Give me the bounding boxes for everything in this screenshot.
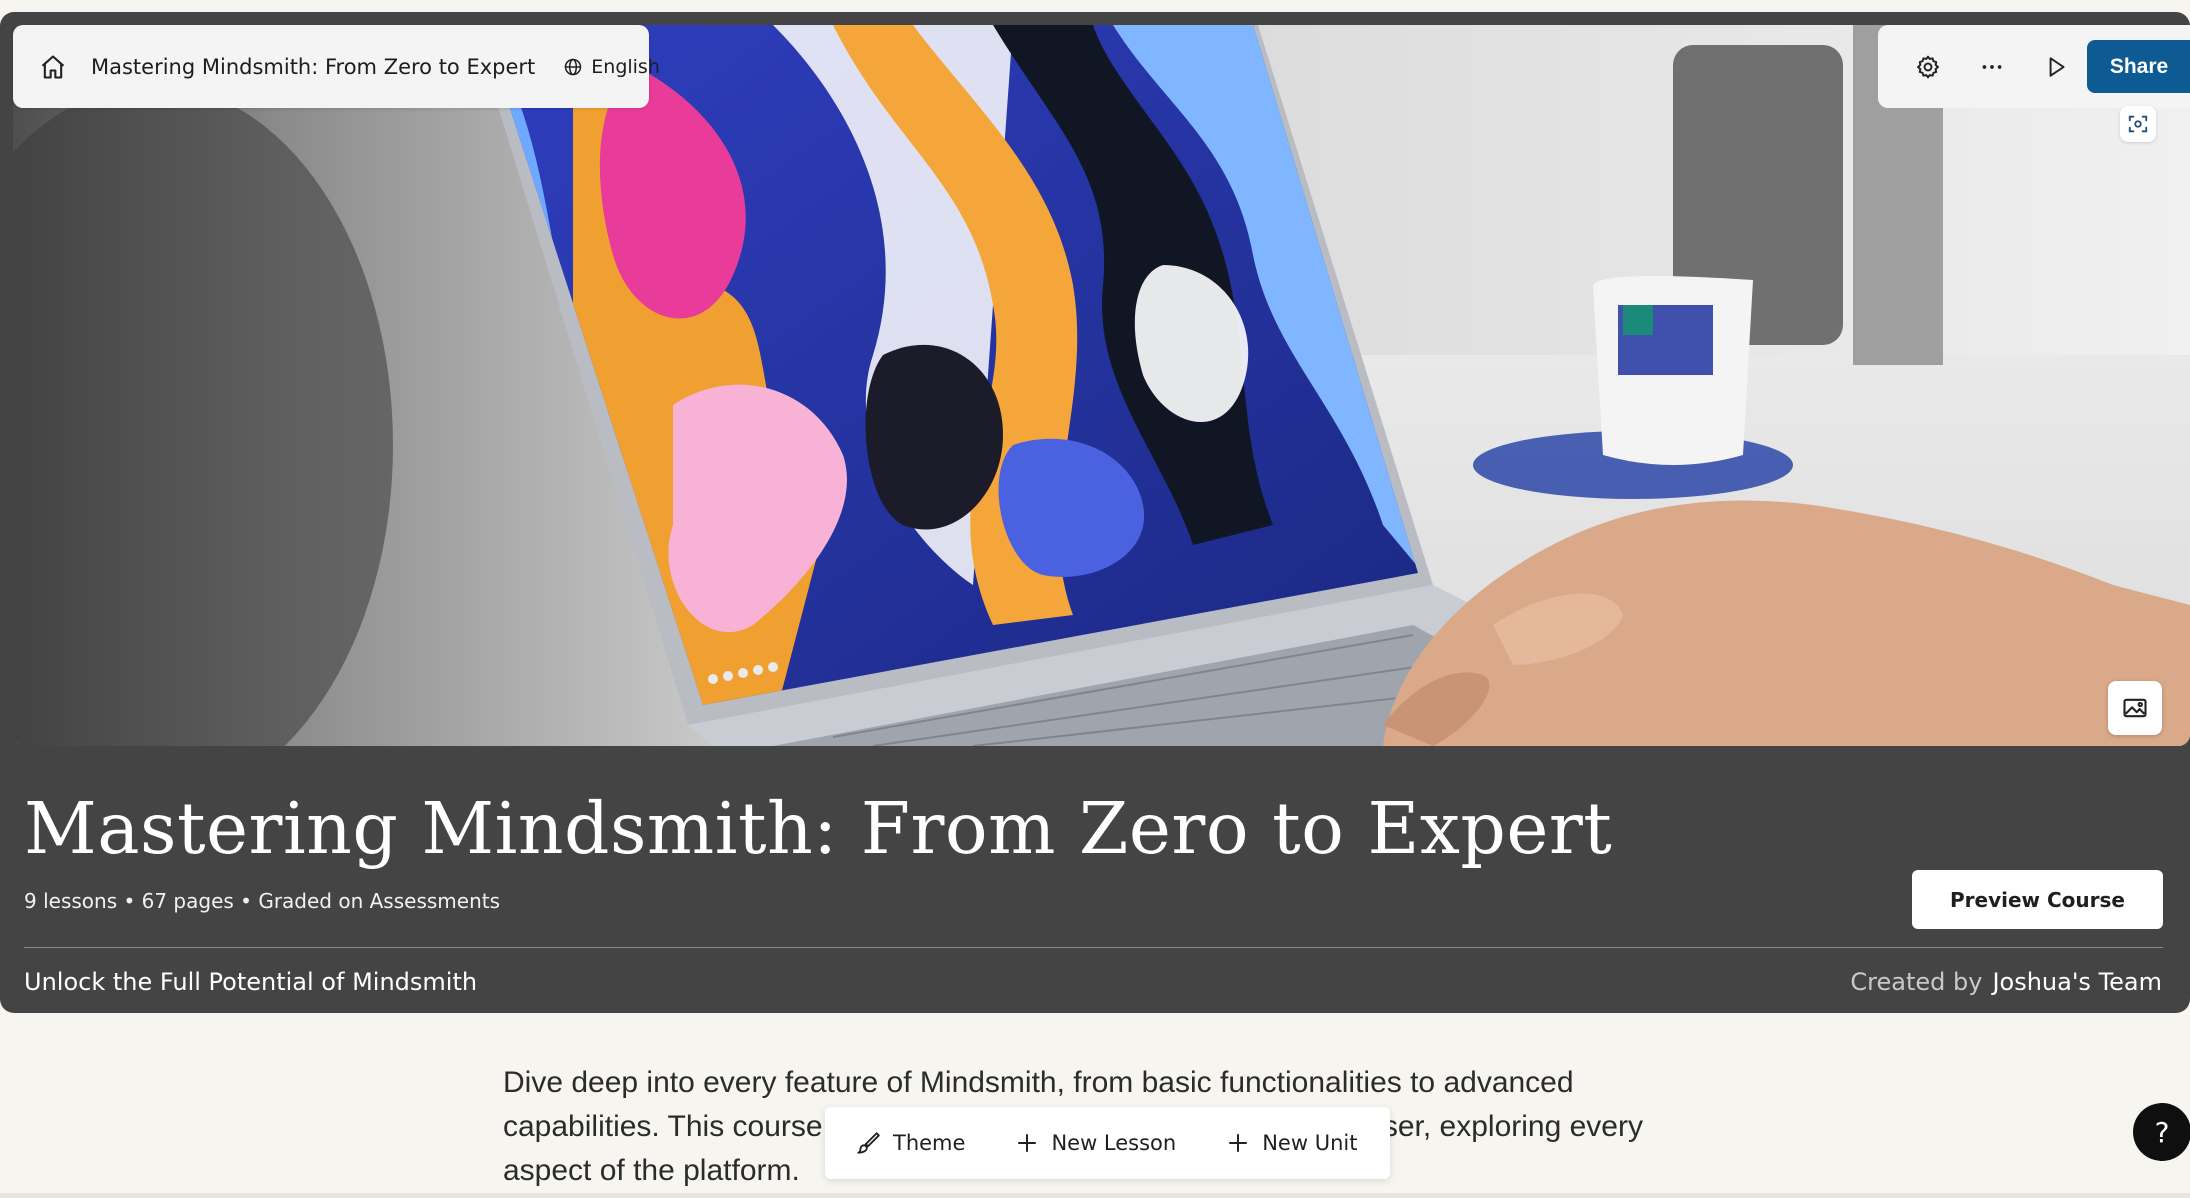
new-lesson-label: New Lesson — [1051, 1131, 1177, 1155]
course-subtitle: Unlock the Full Potential of Mindsmith — [24, 968, 478, 996]
paintbrush-icon — [857, 1132, 880, 1154]
change-cover-image-icon[interactable] — [2108, 681, 2162, 735]
cover-image — [13, 25, 2190, 746]
course-meta: 9 lessons • 67 pages • Graded on Assessm… — [24, 889, 501, 913]
course-title-bar: Mastering Mindsmith: From Zero to Expert… — [13, 25, 660, 108]
preview-course-button[interactable]: Preview Course — [1912, 870, 2163, 929]
page-top-strip — [0, 0, 2190, 12]
new-unit-label: New Unit — [1262, 1131, 1358, 1155]
gear-icon[interactable] — [1908, 47, 1948, 87]
help-button[interactable]: ? — [2133, 1103, 2190, 1161]
course-hero: Mastering Mindsmith: From Zero to Expert… — [0, 12, 2190, 1013]
new-unit-button[interactable]: New Unit — [1226, 1131, 1357, 1155]
share-button[interactable]: Share — [2087, 40, 2190, 93]
created-by: Created by Joshua's Team — [1850, 968, 2162, 996]
page-bottom-edge — [0, 1193, 2190, 1198]
globe-icon — [565, 58, 582, 75]
bottom-toolbar: Theme New Lesson New Unit — [825, 1107, 1390, 1179]
more-horizontal-icon[interactable] — [1972, 47, 2012, 87]
theme-label: Theme — [893, 1131, 966, 1155]
theme-button[interactable]: Theme — [855, 1130, 965, 1156]
focus-scan-icon[interactable] — [2120, 106, 2156, 142]
hero-divider — [24, 947, 2163, 948]
play-icon[interactable] — [2036, 47, 2076, 87]
plus-icon — [1229, 1134, 1248, 1152]
created-by-label: Created by — [1850, 968, 1983, 996]
language-selector[interactable]: English — [563, 56, 660, 78]
header-course-title[interactable]: Mastering Mindsmith: From Zero to Expert — [91, 55, 535, 79]
plus-icon — [1018, 1134, 1037, 1152]
new-lesson-button[interactable]: New Lesson — [1015, 1131, 1176, 1155]
course-title-heading: Mastering Mindsmith: From Zero to Expert — [24, 787, 1613, 870]
home-icon[interactable] — [39, 51, 67, 83]
team-name-link[interactable]: Joshua's Team — [1992, 968, 2162, 996]
language-label: English — [591, 55, 660, 78]
